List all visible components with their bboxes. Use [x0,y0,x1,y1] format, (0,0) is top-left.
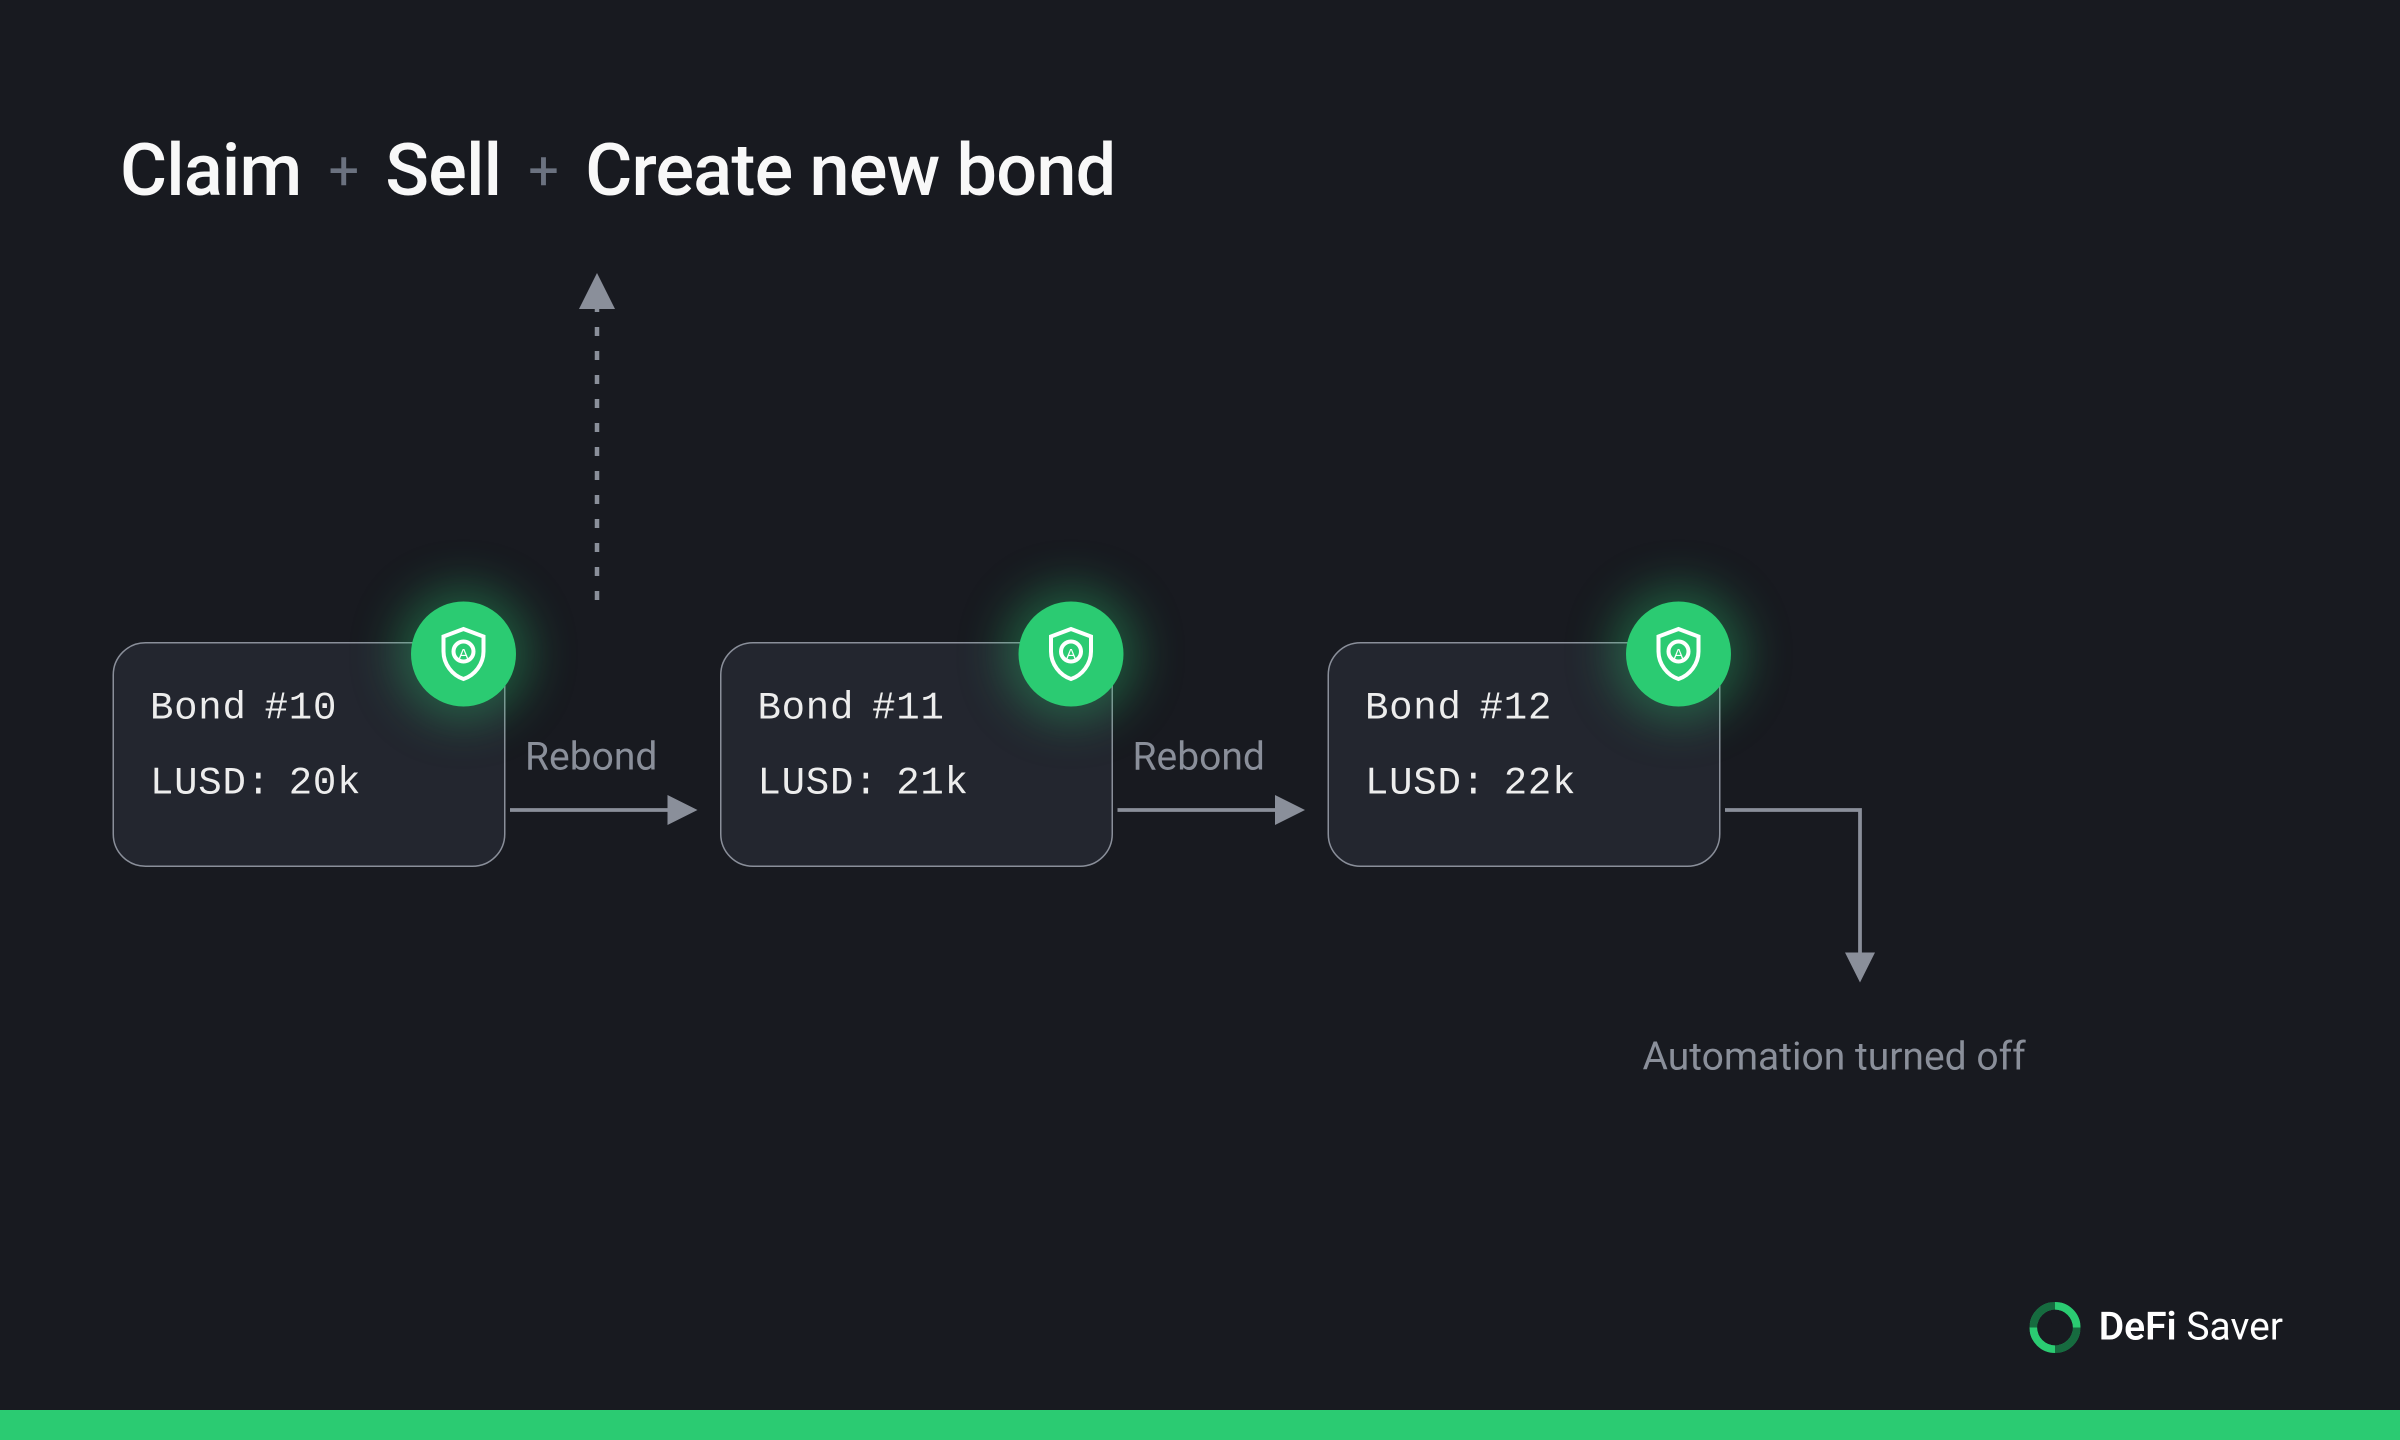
lusd-value: 22k [1504,761,1576,806]
bond-card-10: A Bond #10 LUSD: 20k [113,642,506,867]
bond-label: Bond [150,686,247,731]
svg-text:A: A [458,646,468,663]
lusd-value: 20k [289,761,361,806]
automation-badge: A [1626,602,1731,707]
bond-id-row: Bond #12 [1365,686,1683,731]
automation-off-label: Automation turned off [1643,1035,2026,1080]
plus-icon: + [329,139,359,202]
brand-light: Saver [2186,1305,2283,1350]
bond-id-row: Bond #11 [758,686,1076,731]
bond-id-row: Bond #10 [150,686,468,731]
bond-card-12: A Bond #12 LUSD: 22k [1328,642,1721,867]
rebond-label-2: Rebond [1133,735,1265,780]
lusd-row: LUSD: 22k [1365,761,1683,806]
title-part-create: Create new bond [585,128,1115,214]
lusd-value: 21k [896,761,968,806]
title-part-claim: Claim [120,128,302,214]
shield-icon: A [1649,624,1709,684]
svg-text:A: A [1066,646,1076,663]
lusd-label: LUSD: [758,761,879,806]
bond-number: #10 [265,686,337,731]
footer-accent-bar [0,1410,2400,1440]
lusd-label: LUSD: [1365,761,1486,806]
bond-number: #11 [872,686,944,731]
bond-label: Bond [758,686,855,731]
bond-label: Bond [1365,686,1462,731]
defi-saver-logo-icon [2030,1302,2081,1353]
page-title: Claim + Sell + Create new bond [120,128,1115,214]
shield-icon: A [1041,624,1101,684]
lusd-row: LUSD: 21k [758,761,1076,806]
diagram-stage: Claim + Sell + Create new bond A [0,0,2400,1440]
bond-card-11: A Bond #11 LUSD: 21k [720,642,1113,867]
shield-icon: A [434,624,494,684]
automation-badge: A [411,602,516,707]
lusd-label: LUSD: [150,761,271,806]
bond-number: #12 [1480,686,1552,731]
svg-text:A: A [1673,646,1683,663]
automation-badge: A [1019,602,1124,707]
brand: DeFi Saver [2030,1302,2283,1353]
rebond-label-1: Rebond [525,735,657,780]
brand-text: DeFi Saver [2099,1305,2283,1350]
plus-icon: + [528,139,558,202]
title-part-sell: Sell [385,128,501,214]
lusd-row: LUSD: 20k [150,761,468,806]
brand-bold: DeFi [2099,1305,2177,1350]
